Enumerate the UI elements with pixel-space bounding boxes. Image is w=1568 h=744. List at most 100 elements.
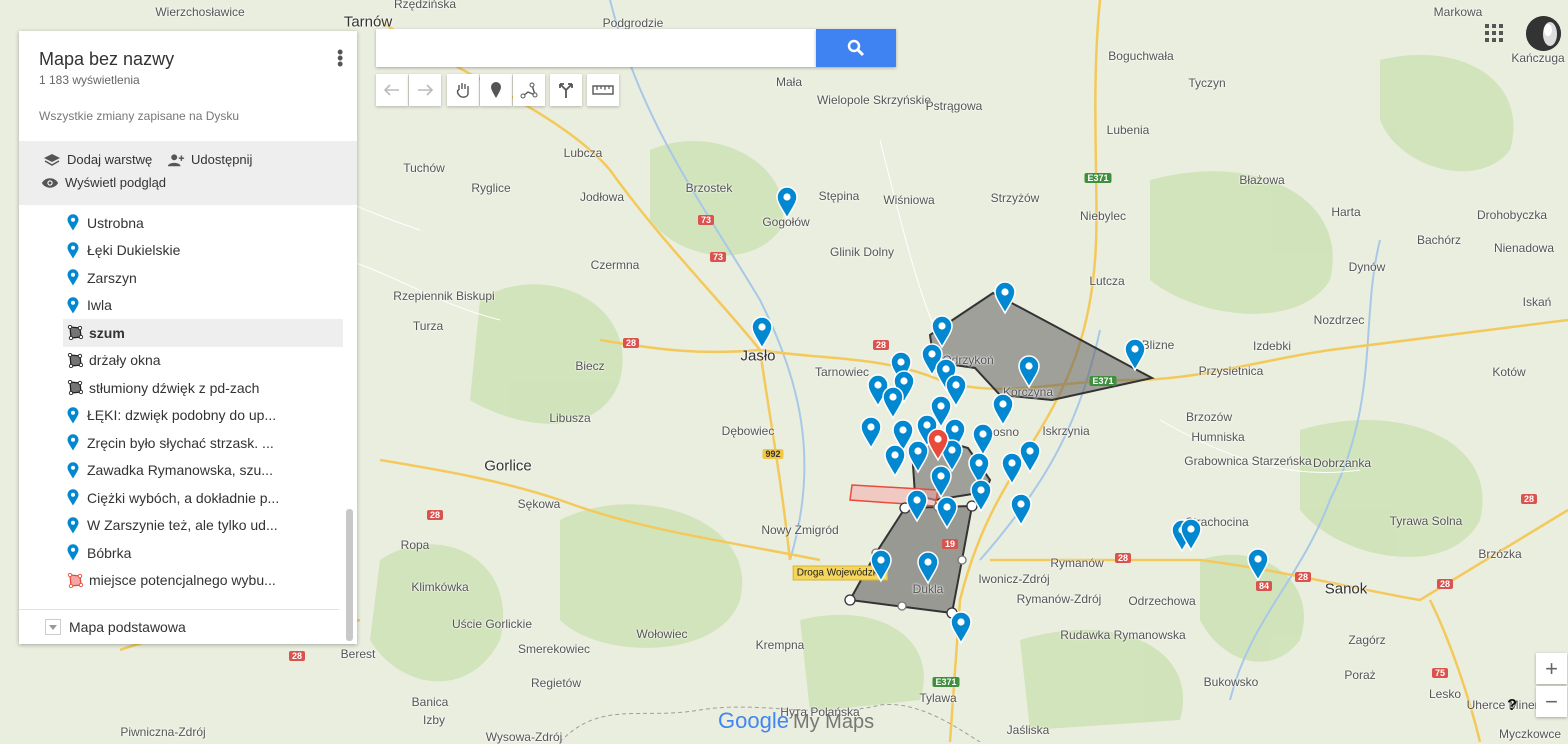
share-button[interactable]: Udostępnij: [167, 152, 252, 167]
map-marker[interactable]: [968, 452, 990, 486]
map-marker[interactable]: [917, 551, 939, 585]
map-title[interactable]: Mapa bez nazwy: [39, 49, 337, 70]
list-item[interactable]: Łęki Dukielskie: [19, 237, 344, 265]
map-marker[interactable]: [994, 281, 1016, 315]
avatar[interactable]: [1526, 16, 1561, 51]
add-marker-button[interactable]: [480, 74, 512, 106]
map-marker[interactable]: [1010, 493, 1032, 527]
list-item-label: Ciężki wybóch, a dokładnie p...: [87, 489, 280, 506]
panel-scrollbar[interactable]: [346, 509, 353, 641]
zoom-out-button[interactable]: −: [1536, 686, 1567, 717]
map-marker[interactable]: [751, 316, 773, 350]
map-marker[interactable]: [931, 315, 953, 349]
map-marker[interactable]: [1001, 452, 1023, 486]
add-layer-button[interactable]: Dodaj warstwę: [43, 152, 152, 167]
redo-button[interactable]: [409, 74, 441, 106]
list-item[interactable]: Zawadka Rymanowska, szu...: [19, 457, 344, 485]
list-item-label: szum: [89, 324, 125, 341]
list-item-label: Iwla: [87, 297, 112, 314]
red-polygon-icon: [67, 572, 83, 588]
view-count: 1 183 wyświetlenia: [39, 73, 140, 87]
basemap-layer[interactable]: Mapa podstawowa: [19, 609, 339, 644]
more-options-icon[interactable]: • • •: [337, 43, 343, 73]
blue-marker-icon: [67, 297, 79, 314]
list-item[interactable]: stłumiony dźwięk z pd-zach: [19, 374, 344, 402]
list-item[interactable]: W Zarszynie też, ale tylko ud...: [19, 512, 344, 540]
map-marker[interactable]: [1018, 355, 1040, 389]
apps-grid-icon[interactable]: [1484, 23, 1504, 43]
google-logo-text: Google: [718, 708, 789, 733]
search-button[interactable]: [816, 29, 896, 67]
list-item-label: miejsce potencjalnego wybu...: [89, 572, 276, 589]
map-marker[interactable]: [950, 611, 972, 645]
list-item-label: stłumiony dźwięk z pd-zach: [89, 379, 260, 396]
map-marker[interactable]: [1124, 338, 1146, 372]
map-marker[interactable]: [1019, 440, 1041, 474]
blue-marker-icon: [67, 544, 79, 561]
blue-marker-icon: [67, 269, 79, 286]
list-item[interactable]: Ustrobna: [19, 209, 344, 237]
draw-line-icon: [520, 82, 538, 99]
blue-marker-icon: [67, 517, 79, 534]
list-item-label: Łęki Dukielskie: [87, 242, 181, 259]
list-item[interactable]: Iwla: [19, 292, 344, 320]
ruler-icon: [592, 85, 614, 95]
map-marker[interactable]: [860, 416, 882, 450]
map-marker[interactable]: [776, 186, 798, 220]
list-item[interactable]: Zręcin było słychać strzask. ...: [19, 429, 344, 457]
my-maps-text: My Maps: [792, 711, 875, 733]
list-item[interactable]: Bóbrka: [19, 539, 344, 567]
map-marker[interactable]: [870, 549, 892, 583]
list-item-label: Ustrobna: [87, 214, 144, 231]
preview-button[interactable]: Wyświetl podgląd: [41, 175, 166, 190]
save-status: Wszystkie zmiany zapisane na Dysku: [39, 109, 240, 123]
blue-marker-icon: [67, 242, 79, 259]
preview-label: Wyświetl podgląd: [65, 175, 167, 190]
list-item[interactable]: miejsce potencjalnego wybu...: [19, 567, 344, 595]
list-item-label: Zarszyn: [87, 269, 137, 286]
map-marker[interactable]: [907, 440, 929, 474]
list-item-label: ŁĘKI: dzwięk podobny do up...: [87, 407, 277, 424]
blue-marker-icon: [67, 462, 79, 479]
add-layer-label: Dodaj warstwę: [67, 152, 153, 167]
list-item[interactable]: ŁĘKI: dzwięk podobny do up...: [19, 402, 344, 430]
layers-icon: [44, 153, 60, 166]
search-input[interactable]: [376, 29, 816, 67]
map-marker[interactable]: [936, 496, 958, 530]
map-marker[interactable]: [906, 489, 928, 523]
map-marker[interactable]: [930, 465, 952, 499]
map-marker[interactable]: [992, 393, 1014, 427]
map-marker[interactable]: [1247, 548, 1269, 582]
draw-line-button[interactable]: [513, 74, 545, 106]
add-person-icon: [167, 153, 185, 166]
map-legend-panel: Mapa bez nazwy 1 183 wyświetlenia Wszyst…: [19, 31, 357, 644]
blue-marker-icon: [67, 214, 79, 231]
list-item-label: Bóbrka: [87, 544, 132, 561]
polygon-icon: [67, 352, 83, 368]
blue-marker-icon: [67, 489, 79, 506]
map-marker[interactable]: [972, 423, 994, 457]
polygon-icon: [67, 380, 83, 396]
expand-icon[interactable]: [45, 619, 61, 635]
basemap-label: Mapa podstawowa: [69, 619, 186, 635]
directions-button[interactable]: [550, 74, 582, 106]
map-marker[interactable]: [970, 479, 992, 513]
undo-icon: [384, 84, 399, 96]
actions-bar: Dodaj warstwę Udostępnij Wyświetl podglą…: [19, 141, 357, 205]
undo-button[interactable]: [376, 74, 408, 106]
search-icon: [847, 39, 865, 57]
map-marker[interactable]: [884, 444, 906, 478]
polygon-icon: [67, 325, 83, 341]
list-item[interactable]: szum: [63, 319, 343, 347]
list-item[interactable]: drżały okna: [19, 347, 344, 375]
hand-icon: [456, 83, 469, 98]
list-item[interactable]: Ciężki wybóch, a dokładnie p...: [19, 484, 344, 512]
measure-button[interactable]: [587, 74, 619, 106]
list-item-label: W Zarszynie też, ale tylko ud...: [87, 517, 278, 534]
list-item-label: Zawadka Rymanowska, szu...: [87, 462, 273, 479]
help-button[interactable]: ?: [1500, 695, 1524, 717]
map-marker[interactable]: [882, 386, 904, 420]
zoom-in-button[interactable]: +: [1536, 653, 1567, 684]
list-item[interactable]: Zarszyn: [19, 264, 344, 292]
pan-button[interactable]: [447, 74, 479, 106]
